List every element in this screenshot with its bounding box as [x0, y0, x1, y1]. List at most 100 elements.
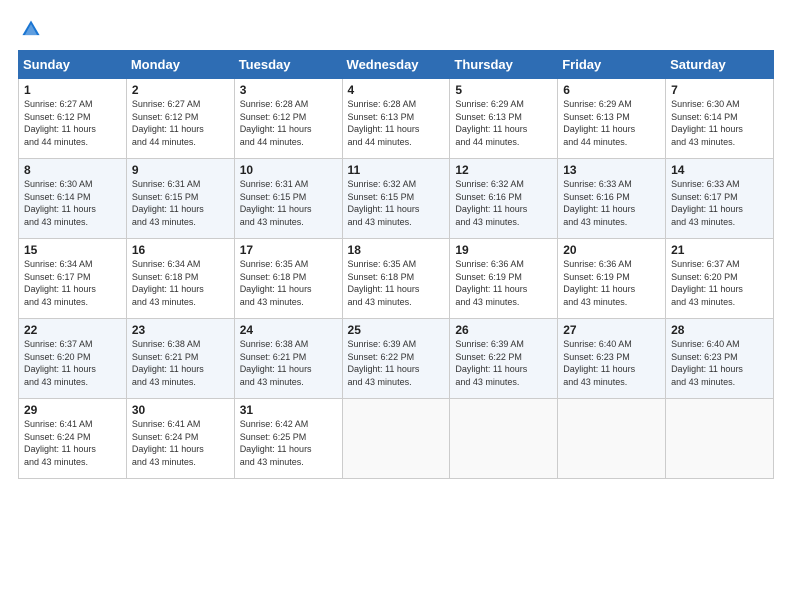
- day-info: Sunrise: 6:31 AMSunset: 6:15 PMDaylight:…: [240, 178, 338, 228]
- day-info: Sunrise: 6:39 AMSunset: 6:22 PMDaylight:…: [348, 338, 446, 388]
- weekday-header-tuesday: Tuesday: [234, 51, 342, 79]
- week-row-5: 29 Sunrise: 6:41 AMSunset: 6:24 PMDaylig…: [19, 399, 774, 479]
- calendar-cell: 24 Sunrise: 6:38 AMSunset: 6:21 PMDaylig…: [234, 319, 342, 399]
- calendar-cell: 25 Sunrise: 6:39 AMSunset: 6:22 PMDaylig…: [342, 319, 450, 399]
- day-number: 9: [132, 163, 230, 177]
- calendar-cell: 17 Sunrise: 6:35 AMSunset: 6:18 PMDaylig…: [234, 239, 342, 319]
- day-number: 30: [132, 403, 230, 417]
- day-number: 17: [240, 243, 338, 257]
- day-number: 27: [563, 323, 661, 337]
- day-number: 31: [240, 403, 338, 417]
- day-number: 23: [132, 323, 230, 337]
- day-number: 3: [240, 83, 338, 97]
- day-info: Sunrise: 6:41 AMSunset: 6:24 PMDaylight:…: [132, 418, 230, 468]
- day-info: Sunrise: 6:30 AMSunset: 6:14 PMDaylight:…: [671, 98, 769, 148]
- calendar-cell: 1 Sunrise: 6:27 AMSunset: 6:12 PMDayligh…: [19, 79, 127, 159]
- calendar-cell: 27 Sunrise: 6:40 AMSunset: 6:23 PMDaylig…: [558, 319, 666, 399]
- calendar-table: SundayMondayTuesdayWednesdayThursdayFrid…: [18, 50, 774, 479]
- day-info: Sunrise: 6:33 AMSunset: 6:16 PMDaylight:…: [563, 178, 661, 228]
- week-row-4: 22 Sunrise: 6:37 AMSunset: 6:20 PMDaylig…: [19, 319, 774, 399]
- calendar-cell: 28 Sunrise: 6:40 AMSunset: 6:23 PMDaylig…: [666, 319, 774, 399]
- day-number: 29: [24, 403, 122, 417]
- logo: [18, 18, 42, 40]
- day-number: 20: [563, 243, 661, 257]
- calendar-cell: 21 Sunrise: 6:37 AMSunset: 6:20 PMDaylig…: [666, 239, 774, 319]
- header: [18, 18, 774, 40]
- calendar-cell: 31 Sunrise: 6:42 AMSunset: 6:25 PMDaylig…: [234, 399, 342, 479]
- day-number: 22: [24, 323, 122, 337]
- day-info: Sunrise: 6:35 AMSunset: 6:18 PMDaylight:…: [240, 258, 338, 308]
- calendar-cell: 29 Sunrise: 6:41 AMSunset: 6:24 PMDaylig…: [19, 399, 127, 479]
- day-number: 24: [240, 323, 338, 337]
- day-info: Sunrise: 6:34 AMSunset: 6:17 PMDaylight:…: [24, 258, 122, 308]
- weekday-header-monday: Monday: [126, 51, 234, 79]
- weekday-header-wednesday: Wednesday: [342, 51, 450, 79]
- day-info: Sunrise: 6:38 AMSunset: 6:21 PMDaylight:…: [132, 338, 230, 388]
- calendar-cell: 20 Sunrise: 6:36 AMSunset: 6:19 PMDaylig…: [558, 239, 666, 319]
- week-row-2: 8 Sunrise: 6:30 AMSunset: 6:14 PMDayligh…: [19, 159, 774, 239]
- weekday-header-sunday: Sunday: [19, 51, 127, 79]
- day-number: 13: [563, 163, 661, 177]
- day-info: Sunrise: 6:40 AMSunset: 6:23 PMDaylight:…: [671, 338, 769, 388]
- calendar-cell: 19 Sunrise: 6:36 AMSunset: 6:19 PMDaylig…: [450, 239, 558, 319]
- weekday-header-row: SundayMondayTuesdayWednesdayThursdayFrid…: [19, 51, 774, 79]
- day-info: Sunrise: 6:38 AMSunset: 6:21 PMDaylight:…: [240, 338, 338, 388]
- calendar-cell: 22 Sunrise: 6:37 AMSunset: 6:20 PMDaylig…: [19, 319, 127, 399]
- day-number: 28: [671, 323, 769, 337]
- day-info: Sunrise: 6:27 AMSunset: 6:12 PMDaylight:…: [132, 98, 230, 148]
- calendar-cell: 12 Sunrise: 6:32 AMSunset: 6:16 PMDaylig…: [450, 159, 558, 239]
- day-number: 26: [455, 323, 553, 337]
- weekday-header-friday: Friday: [558, 51, 666, 79]
- day-info: Sunrise: 6:36 AMSunset: 6:19 PMDaylight:…: [563, 258, 661, 308]
- calendar-cell: 2 Sunrise: 6:27 AMSunset: 6:12 PMDayligh…: [126, 79, 234, 159]
- calendar-cell: 15 Sunrise: 6:34 AMSunset: 6:17 PMDaylig…: [19, 239, 127, 319]
- calendar-cell: 3 Sunrise: 6:28 AMSunset: 6:12 PMDayligh…: [234, 79, 342, 159]
- calendar-cell: 6 Sunrise: 6:29 AMSunset: 6:13 PMDayligh…: [558, 79, 666, 159]
- day-info: Sunrise: 6:30 AMSunset: 6:14 PMDaylight:…: [24, 178, 122, 228]
- calendar-cell: [342, 399, 450, 479]
- day-number: 10: [240, 163, 338, 177]
- day-info: Sunrise: 6:36 AMSunset: 6:19 PMDaylight:…: [455, 258, 553, 308]
- day-info: Sunrise: 6:35 AMSunset: 6:18 PMDaylight:…: [348, 258, 446, 308]
- day-number: 4: [348, 83, 446, 97]
- weekday-header-thursday: Thursday: [450, 51, 558, 79]
- day-info: Sunrise: 6:29 AMSunset: 6:13 PMDaylight:…: [563, 98, 661, 148]
- day-number: 25: [348, 323, 446, 337]
- day-info: Sunrise: 6:33 AMSunset: 6:17 PMDaylight:…: [671, 178, 769, 228]
- calendar-cell: [450, 399, 558, 479]
- day-number: 6: [563, 83, 661, 97]
- calendar-cell: 30 Sunrise: 6:41 AMSunset: 6:24 PMDaylig…: [126, 399, 234, 479]
- day-number: 2: [132, 83, 230, 97]
- calendar-cell: 16 Sunrise: 6:34 AMSunset: 6:18 PMDaylig…: [126, 239, 234, 319]
- calendar-cell: 7 Sunrise: 6:30 AMSunset: 6:14 PMDayligh…: [666, 79, 774, 159]
- day-info: Sunrise: 6:28 AMSunset: 6:13 PMDaylight:…: [348, 98, 446, 148]
- calendar-cell: 4 Sunrise: 6:28 AMSunset: 6:13 PMDayligh…: [342, 79, 450, 159]
- calendar-cell: [666, 399, 774, 479]
- day-number: 7: [671, 83, 769, 97]
- day-number: 16: [132, 243, 230, 257]
- day-number: 1: [24, 83, 122, 97]
- day-info: Sunrise: 6:39 AMSunset: 6:22 PMDaylight:…: [455, 338, 553, 388]
- day-info: Sunrise: 6:34 AMSunset: 6:18 PMDaylight:…: [132, 258, 230, 308]
- week-row-1: 1 Sunrise: 6:27 AMSunset: 6:12 PMDayligh…: [19, 79, 774, 159]
- calendar-cell: [558, 399, 666, 479]
- day-number: 5: [455, 83, 553, 97]
- day-number: 11: [348, 163, 446, 177]
- calendar-cell: 23 Sunrise: 6:38 AMSunset: 6:21 PMDaylig…: [126, 319, 234, 399]
- day-number: 14: [671, 163, 769, 177]
- day-info: Sunrise: 6:41 AMSunset: 6:24 PMDaylight:…: [24, 418, 122, 468]
- calendar-cell: 13 Sunrise: 6:33 AMSunset: 6:16 PMDaylig…: [558, 159, 666, 239]
- calendar-cell: 26 Sunrise: 6:39 AMSunset: 6:22 PMDaylig…: [450, 319, 558, 399]
- page: SundayMondayTuesdayWednesdayThursdayFrid…: [0, 0, 792, 612]
- day-info: Sunrise: 6:42 AMSunset: 6:25 PMDaylight:…: [240, 418, 338, 468]
- day-number: 19: [455, 243, 553, 257]
- weekday-header-saturday: Saturday: [666, 51, 774, 79]
- logo-icon: [20, 18, 42, 40]
- calendar-cell: 18 Sunrise: 6:35 AMSunset: 6:18 PMDaylig…: [342, 239, 450, 319]
- calendar-cell: 14 Sunrise: 6:33 AMSunset: 6:17 PMDaylig…: [666, 159, 774, 239]
- day-number: 15: [24, 243, 122, 257]
- calendar-cell: 9 Sunrise: 6:31 AMSunset: 6:15 PMDayligh…: [126, 159, 234, 239]
- calendar-cell: 8 Sunrise: 6:30 AMSunset: 6:14 PMDayligh…: [19, 159, 127, 239]
- day-number: 8: [24, 163, 122, 177]
- calendar-cell: 5 Sunrise: 6:29 AMSunset: 6:13 PMDayligh…: [450, 79, 558, 159]
